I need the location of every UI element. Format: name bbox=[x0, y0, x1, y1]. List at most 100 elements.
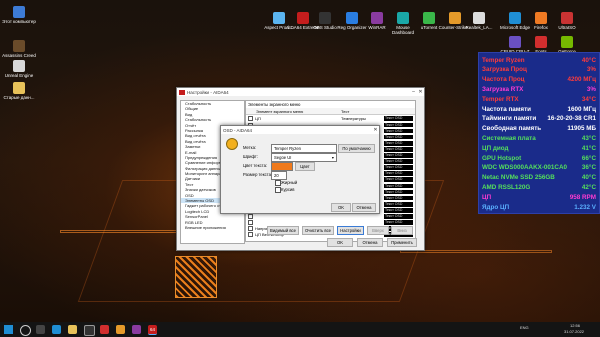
app-icon bbox=[13, 60, 25, 72]
tray-date[interactable]: 31.07.2022 bbox=[564, 329, 584, 334]
panel-title: Элементы экранного меню bbox=[248, 102, 301, 107]
osd-titlebar: OSD - AIDA64 ✕ bbox=[221, 126, 379, 134]
app-icon bbox=[509, 36, 521, 48]
osd-row-label: AMD RSSL120G bbox=[482, 183, 531, 191]
edge-icon[interactable] bbox=[52, 325, 61, 334]
desktop-icon[interactable]: Этот компьютер bbox=[2, 6, 36, 24]
label-input[interactable]: Temper Ryzen bbox=[271, 144, 337, 153]
font-select[interactable]: Segoe UI ▾ bbox=[271, 153, 337, 162]
font-caption: Шрифт: bbox=[243, 154, 258, 159]
osd-row: AMD RSSL120G 42°C bbox=[482, 182, 596, 192]
start-icon[interactable] bbox=[4, 325, 13, 334]
osd-sample: Текст OSD bbox=[384, 153, 413, 158]
list-item[interactable]: ЦП Температуры bbox=[248, 116, 382, 122]
italic-label: Курсив bbox=[281, 187, 295, 192]
aida-icon bbox=[179, 89, 185, 95]
settings-title: Настройки - AIDA64 bbox=[187, 89, 229, 95]
osd-row-label: ЦП bbox=[482, 193, 492, 201]
down-button[interactable]: Вниз bbox=[391, 226, 413, 235]
list-checkbox[interactable] bbox=[248, 232, 253, 238]
app-icon bbox=[509, 12, 521, 24]
ok-button[interactable]: OK bbox=[327, 238, 353, 247]
apply-button[interactable]: Применить bbox=[387, 238, 417, 247]
font-value: Segoe UI bbox=[274, 155, 292, 160]
desktop-icon[interactable]: UltraISO bbox=[550, 12, 584, 30]
tree-item[interactable]: Внешние приложения bbox=[181, 225, 244, 230]
app-icon bbox=[561, 12, 573, 24]
osd-row-value: 1.232 V bbox=[574, 203, 596, 211]
app-icon bbox=[371, 12, 383, 24]
app-icon bbox=[273, 12, 285, 24]
osd-sample: Текст OSD bbox=[384, 140, 413, 146]
app-icon bbox=[397, 12, 409, 24]
list-item-type: Температуры bbox=[341, 116, 366, 121]
osd-sample: Текст OSD bbox=[384, 165, 413, 170]
task-view-icon[interactable] bbox=[36, 325, 45, 334]
osd-sample: Текст OSD bbox=[384, 122, 413, 128]
desktop-icon[interactable]: Старые данн... bbox=[2, 82, 36, 100]
explorer-icon[interactable] bbox=[68, 325, 77, 334]
app-icon bbox=[13, 82, 25, 94]
osd-row-label: Ядро ЦП bbox=[482, 203, 510, 211]
osd-sample: Текст OSD bbox=[384, 128, 413, 134]
desktop-icon-label: UltraISO bbox=[558, 25, 576, 30]
hide-all-button[interactable]: Очистить все bbox=[302, 226, 334, 235]
aida64-task-icon[interactable]: 64 bbox=[148, 325, 157, 335]
default-button[interactable]: По умолчанию bbox=[338, 144, 375, 153]
osd-row: GPU Hotspot 66°C bbox=[482, 153, 596, 163]
minimize-icon[interactable]: – bbox=[410, 89, 417, 95]
osd-row-label: Свободная память bbox=[482, 125, 542, 133]
close-icon[interactable]: ✕ bbox=[417, 89, 424, 95]
osd-row-label: Temper RTX bbox=[482, 95, 519, 103]
opera-icon[interactable] bbox=[100, 325, 109, 334]
desktop-icon[interactable]: Unreal Engine bbox=[2, 60, 36, 78]
osd-row: ЦП 958 RPM bbox=[482, 192, 596, 202]
osd-title: OSD - AIDA64 bbox=[223, 127, 253, 133]
list-header: Элемент экранного меню Тест bbox=[246, 108, 415, 115]
osd-row-value: 40°C bbox=[581, 174, 596, 182]
list-checkbox[interactable] bbox=[248, 116, 253, 122]
desktop-icon[interactable]: Realtek_LA... bbox=[462, 12, 496, 30]
osd-cancel-button[interactable]: Отмена bbox=[352, 203, 376, 212]
bold-label: Жирный bbox=[281, 180, 298, 185]
app-icon bbox=[473, 12, 485, 24]
color-button[interactable]: Цвет bbox=[295, 162, 315, 171]
size-input[interactable]: 20 bbox=[271, 171, 287, 180]
osd-sample: Текст OSD bbox=[384, 171, 413, 177]
osd-row-label: Частота памяти bbox=[482, 105, 532, 113]
tray-lang[interactable]: ENG bbox=[520, 325, 529, 330]
color-caption: Цвет текста: bbox=[243, 163, 268, 168]
osd-row-label: WDC WDS000AAKX-001CA0 bbox=[482, 164, 568, 172]
up-button[interactable]: Вверх bbox=[367, 226, 389, 235]
close-icon[interactable]: ✕ bbox=[372, 127, 379, 133]
wallpaper-hatch bbox=[175, 256, 217, 298]
osd-sample: Текст OSD bbox=[384, 189, 413, 195]
app-icon[interactable] bbox=[132, 325, 141, 334]
app-icon bbox=[449, 12, 461, 24]
list-item[interactable] bbox=[248, 220, 382, 226]
osd-sample: Текст OSD bbox=[384, 201, 413, 207]
list-item[interactable] bbox=[248, 214, 382, 220]
desktop-icon-label: Этот компьютер bbox=[2, 19, 36, 24]
settings-button[interactable]: Настройки bbox=[337, 226, 364, 235]
desktop-icon-label: Unreal Engine bbox=[4, 73, 34, 78]
cancel-button[interactable]: Отмена bbox=[357, 238, 383, 247]
list-checkbox[interactable] bbox=[248, 214, 253, 220]
osd-ok-button[interactable]: OK bbox=[331, 203, 351, 212]
osd-row-value: 40°C bbox=[581, 56, 596, 64]
osd-sample: Текст OSD bbox=[384, 134, 413, 140]
list-item-label: ЦП bbox=[255, 116, 261, 121]
list-checkbox[interactable] bbox=[248, 220, 253, 226]
color-swatch[interactable] bbox=[271, 162, 293, 171]
osd-row-value: 66°C bbox=[581, 154, 596, 162]
osd-row-value: 34°C bbox=[581, 95, 596, 103]
obs-icon[interactable] bbox=[84, 325, 95, 336]
list-checkbox[interactable] bbox=[248, 226, 253, 232]
tray-time[interactable]: 12:56 bbox=[570, 323, 580, 328]
search-icon[interactable] bbox=[20, 325, 31, 336]
vlc-icon[interactable] bbox=[116, 325, 125, 334]
visible-all-button[interactable]: Видимый все bbox=[267, 226, 299, 235]
osd-sample: Текст OSD bbox=[384, 195, 413, 201]
label-caption: Метка: bbox=[243, 145, 257, 150]
osd-row-label: Системная плата bbox=[482, 134, 536, 142]
